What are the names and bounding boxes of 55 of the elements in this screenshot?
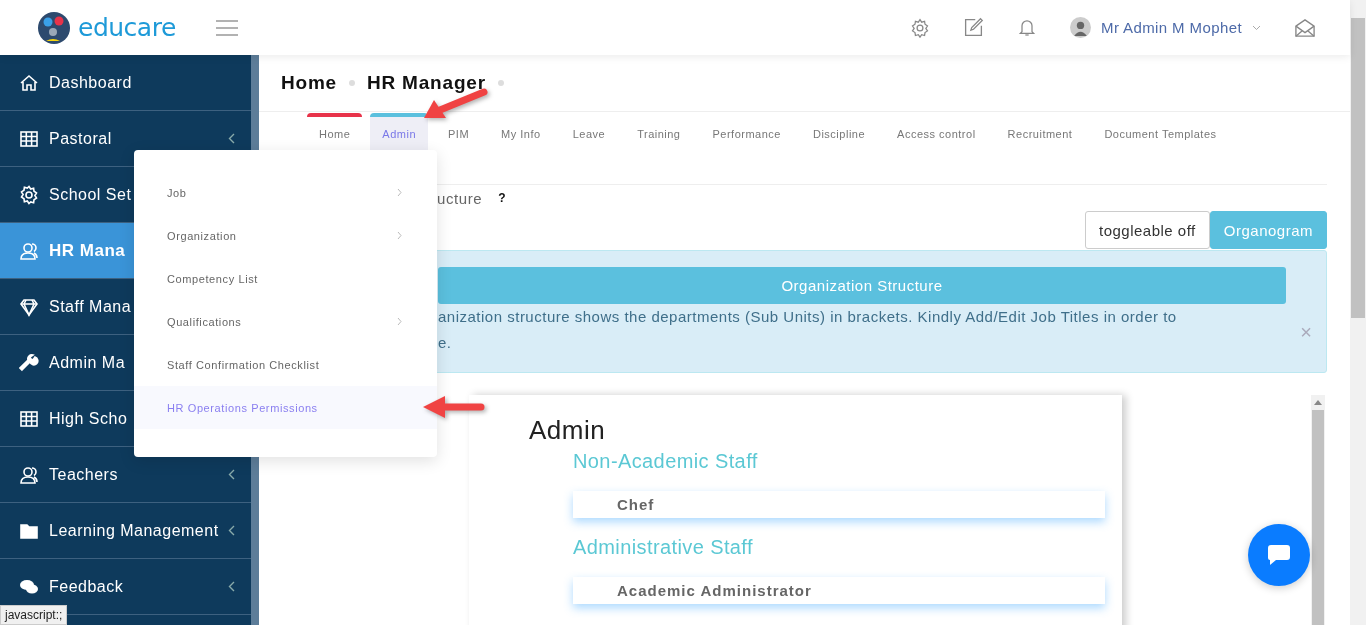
menu-item[interactable]: HR Operations Permissions	[134, 386, 437, 429]
grid-icon	[19, 408, 39, 429]
chevron-icon	[228, 133, 235, 144]
tab[interactable]: Discipline	[801, 113, 878, 151]
toggle-button[interactable]: toggleable off	[1084, 211, 1210, 249]
help-link[interactable]: ?	[498, 191, 506, 205]
page-title: ucture	[437, 189, 483, 207]
gear-icon	[19, 184, 39, 205]
pointer-arrow	[421, 394, 485, 420]
people-icon	[19, 464, 39, 485]
group-title: Non-Academic Staff	[573, 450, 759, 473]
tab[interactable]: Document Templates	[1092, 113, 1229, 151]
chevron-icon	[228, 525, 235, 536]
user-menu[interactable]: Mr Admin M Mophet	[1070, 17, 1261, 38]
scrollbar[interactable]	[1311, 395, 1325, 625]
tab[interactable]: Access control	[885, 113, 988, 151]
bell-icon[interactable]	[1017, 17, 1037, 38]
wrench-icon	[19, 352, 39, 373]
group-title: Administrative Staff	[573, 536, 754, 559]
status-url: javascript:;	[0, 605, 68, 625]
chevron-icon	[228, 469, 235, 480]
page-scrollbar[interactable]	[1350, 0, 1366, 625]
tab[interactable]: My Info	[489, 113, 553, 151]
people-icon	[19, 240, 39, 261]
settings-icon[interactable]	[910, 17, 930, 38]
grid-icon	[19, 128, 39, 149]
menu-icon[interactable]	[216, 19, 238, 36]
avatar-icon	[1070, 17, 1091, 38]
edit-icon[interactable]	[963, 17, 984, 38]
department-title: Admin	[529, 415, 607, 446]
mail-icon[interactable]	[1294, 17, 1316, 38]
position-card[interactable]: Chef	[573, 491, 1105, 518]
caret-icon	[1252, 24, 1261, 31]
breadcrumb-link[interactable]: Home	[281, 72, 337, 94]
home-icon	[19, 72, 39, 93]
tab[interactable]: Performance	[700, 113, 793, 151]
tab[interactable]: Admin	[370, 113, 429, 151]
breadcrumb-link[interactable]: HR Manager	[367, 72, 486, 94]
diamond-icon	[19, 296, 39, 317]
alert-heading: Organization Structure	[438, 267, 1286, 304]
sidebar-item[interactable]: Dashboard	[0, 55, 251, 111]
chevron-icon	[228, 581, 235, 592]
alert-text: anization structure shows the departments (Sub Units) in brackets. Kindly Add/Edit Job Titles in order to e.	[438, 307, 1178, 353]
chat-button[interactable]	[1248, 524, 1310, 586]
tab[interactable]: Leave	[560, 113, 618, 151]
chevron-icon	[397, 231, 402, 240]
sidebar-item[interactable]: Learning Management	[0, 503, 251, 559]
chevron-icon	[397, 317, 402, 326]
tab[interactable]: PIM	[436, 113, 482, 151]
logo-icon	[36, 10, 72, 45]
tab[interactable]: Training	[625, 113, 693, 151]
chevron-icon	[397, 188, 402, 197]
brand-name: educare	[78, 13, 176, 42]
position-card[interactable]: Academic Administrator	[573, 577, 1105, 604]
tab[interactable]: Recruitment	[995, 113, 1085, 151]
